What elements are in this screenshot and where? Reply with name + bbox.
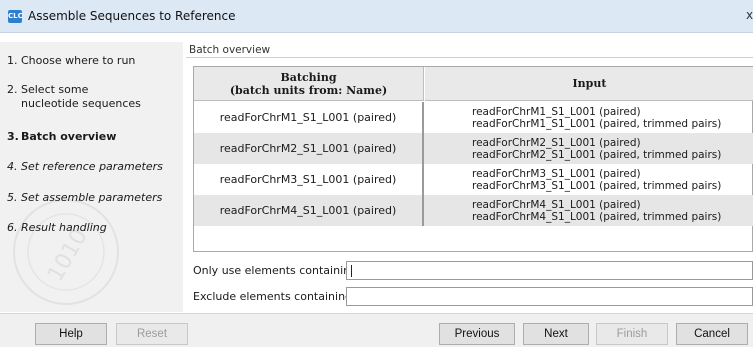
title-bar: CLC Assemble Sequences to Reference x: [0, 0, 753, 33]
input-cell: readForChrM4_S1_L001 (paired) readForChr…: [472, 198, 722, 223]
section-title: Batch overview: [189, 44, 271, 56]
input-cell: readForChrM2_S1_L001 (paired) readForChr…: [472, 136, 722, 161]
wizard-steps-sidebar: 1010 1. Choose where to run 2. Select some…: [0, 42, 183, 312]
step-set-assemble-parameters: 5. Set assemble parameters: [7, 191, 163, 204]
finish-button[interactable]: Finish: [596, 323, 668, 345]
only-use-label: Only use elements containing:: [193, 264, 361, 277]
step-choose-where-to-run: 1. Choose where to run: [7, 54, 136, 67]
watermark-icon: 1010: [13, 199, 119, 305]
close-icon[interactable]: x: [746, 8, 753, 22]
previous-button[interactable]: Previous: [439, 323, 515, 345]
table-row[interactable]: readForChrM2_S1_L001 (paired) readForChr…: [194, 133, 753, 164]
window-title: Assemble Sequences to Reference: [28, 9, 236, 23]
column-header-batching[interactable]: Batching (batch units from: Name): [194, 67, 424, 101]
only-use-input[interactable]: [346, 261, 753, 280]
input-cell: readForChrM3_S1_L001 (paired) readForChr…: [472, 167, 722, 192]
batch-cell: readForChrM1_S1_L001 (paired): [194, 102, 424, 133]
text-caret: [351, 265, 352, 277]
batch-table[interactable]: Batching (batch units from: Name) Input …: [193, 66, 753, 252]
exclude-input[interactable]: [346, 287, 753, 306]
reset-button[interactable]: Reset: [116, 323, 188, 345]
next-button[interactable]: Next: [523, 323, 589, 345]
step-batch-overview: 3. Batch overview: [7, 130, 117, 143]
table-row[interactable]: readForChrM4_S1_L001 (paired) readForChr…: [194, 195, 753, 226]
help-button[interactable]: Help: [35, 323, 107, 345]
batch-cell: readForChrM4_S1_L001 (paired): [194, 195, 424, 226]
step-select-sequences: 2. Select some nucleotide sequences: [7, 83, 141, 110]
step-set-reference-parameters: 4. Set reference parameters: [7, 160, 163, 173]
table-row[interactable]: readForChrM1_S1_L001 (paired) readForChr…: [194, 102, 753, 133]
cancel-button[interactable]: Cancel: [676, 323, 748, 345]
table-row[interactable]: readForChrM3_S1_L001 (paired) readForChr…: [194, 164, 753, 195]
input-cell: readForChrM1_S1_L001 (paired) readForChr…: [472, 105, 722, 130]
app-icon: CLC: [8, 10, 23, 23]
button-bar: Help Reset Previous Next Finish Cancel: [0, 313, 753, 347]
batch-cell: readForChrM2_S1_L001 (paired): [194, 133, 424, 164]
exclude-label: Exclude elements containing:: [193, 290, 356, 303]
batch-cell: readForChrM3_S1_L001 (paired): [194, 164, 424, 195]
column-header-input[interactable]: Input: [425, 67, 753, 101]
step-result-handling: 6. Result handling: [7, 221, 107, 234]
